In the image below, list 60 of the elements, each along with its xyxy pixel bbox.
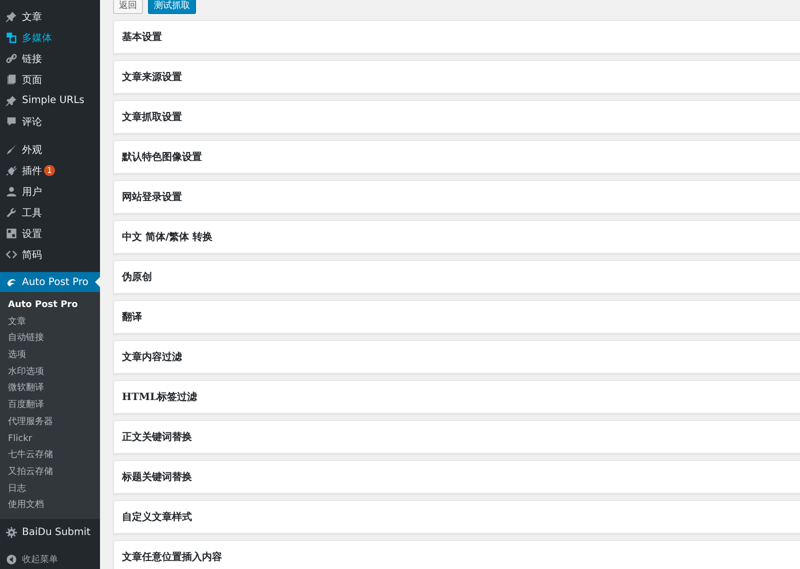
submenu-item[interactable]: 水印选项 [0, 364, 100, 380]
menu-item[interactable]: 设置 [0, 223, 100, 244]
settings-section-header[interactable]: HTML标签过滤 [113, 380, 800, 414]
menu-item[interactable]: BaiDu Submit [0, 522, 100, 543]
settings-section-header[interactable]: 文章任意位置插入内容 [113, 540, 800, 569]
brush-icon [6, 144, 17, 155]
settings-section-header[interactable]: 默认特色图像设置 [113, 140, 800, 174]
submenu-item[interactable]: 代理服务器 [0, 414, 100, 430]
test-fetch-button[interactable]: 测试抓取 [148, 0, 196, 14]
settings-section-header[interactable]: 翻译 [113, 300, 800, 334]
collapse-menu-button[interactable]: 收起菜单 [0, 550, 100, 569]
back-button[interactable]: 返回 [113, 0, 143, 14]
media-icon [6, 32, 17, 43]
menu-item[interactable]: 插件 1 [0, 160, 100, 181]
submenu-item[interactable]: 文章 [0, 314, 100, 330]
menu-item[interactable]: 多媒体 [0, 27, 100, 48]
settings-section-header[interactable]: 自定义文章样式 [113, 500, 800, 534]
settings-icon [6, 228, 17, 239]
menu-item[interactable]: 链接 [0, 48, 100, 69]
submenu-item[interactable]: 微软翻译 [0, 380, 100, 398]
plug-icon [6, 165, 17, 176]
settings-section-header[interactable]: 伪原创 [113, 260, 800, 294]
settings-section-header[interactable]: 基本设置 [113, 20, 800, 54]
submenu-item[interactable]: Flickr [0, 430, 100, 448]
comment-icon [6, 116, 17, 127]
page-icon [6, 74, 17, 85]
settings-section-header[interactable]: 文章来源设置 [113, 60, 800, 94]
menu-item[interactable]: 页面 [0, 69, 100, 90]
user-icon [6, 186, 17, 197]
menu-item[interactable]: 外观 [0, 139, 100, 160]
settings-section-header[interactable]: 文章内容过滤 [113, 340, 800, 374]
menu-item[interactable]: 文章 [0, 6, 100, 27]
link-icon [6, 53, 17, 64]
menu-item[interactable]: Simple URLs [0, 90, 100, 111]
settings-section-header[interactable]: 正文关键词替换 [113, 420, 800, 454]
settings-section-header[interactable]: 网站登录设置 [113, 180, 800, 214]
menu-item[interactable]: 用户 [0, 181, 100, 202]
menu-item[interactable]: 工具 [0, 202, 100, 223]
submenu-item[interactable]: 选项 [0, 347, 100, 364]
collapse-icon [6, 554, 17, 565]
submenu-item[interactable]: 百度翻译 [0, 397, 100, 414]
gear-icon [6, 526, 17, 538]
count-badge: 1 [44, 165, 56, 176]
wrench-icon [6, 207, 17, 218]
submenu-item[interactable]: 七牛云存储 [0, 447, 100, 464]
menu-item[interactable]: Auto Post Pro [0, 272, 100, 292]
submenu-item[interactable]: Auto Post Pro [0, 297, 100, 314]
settings-section-header[interactable]: 标题关键词替换 [113, 460, 800, 494]
swirl-icon [6, 276, 17, 288]
pin-icon [6, 95, 17, 106]
submenu-item[interactable]: 又拍云存储 [0, 464, 100, 481]
pin-icon [6, 11, 17, 22]
settings-section-header[interactable]: 文章抓取设置 [113, 100, 800, 134]
settings-section-header[interactable]: 中文 简体/繁体 转换 [113, 220, 800, 254]
submenu-item[interactable]: 日志 [0, 480, 100, 498]
submenu-item[interactable]: 自动链接 [0, 330, 100, 348]
submenu-item[interactable]: 使用文档 [0, 497, 100, 514]
code-icon [6, 249, 17, 260]
menu-item[interactable]: 简码 [0, 244, 100, 265]
menu-item[interactable]: 评论 [0, 111, 100, 132]
